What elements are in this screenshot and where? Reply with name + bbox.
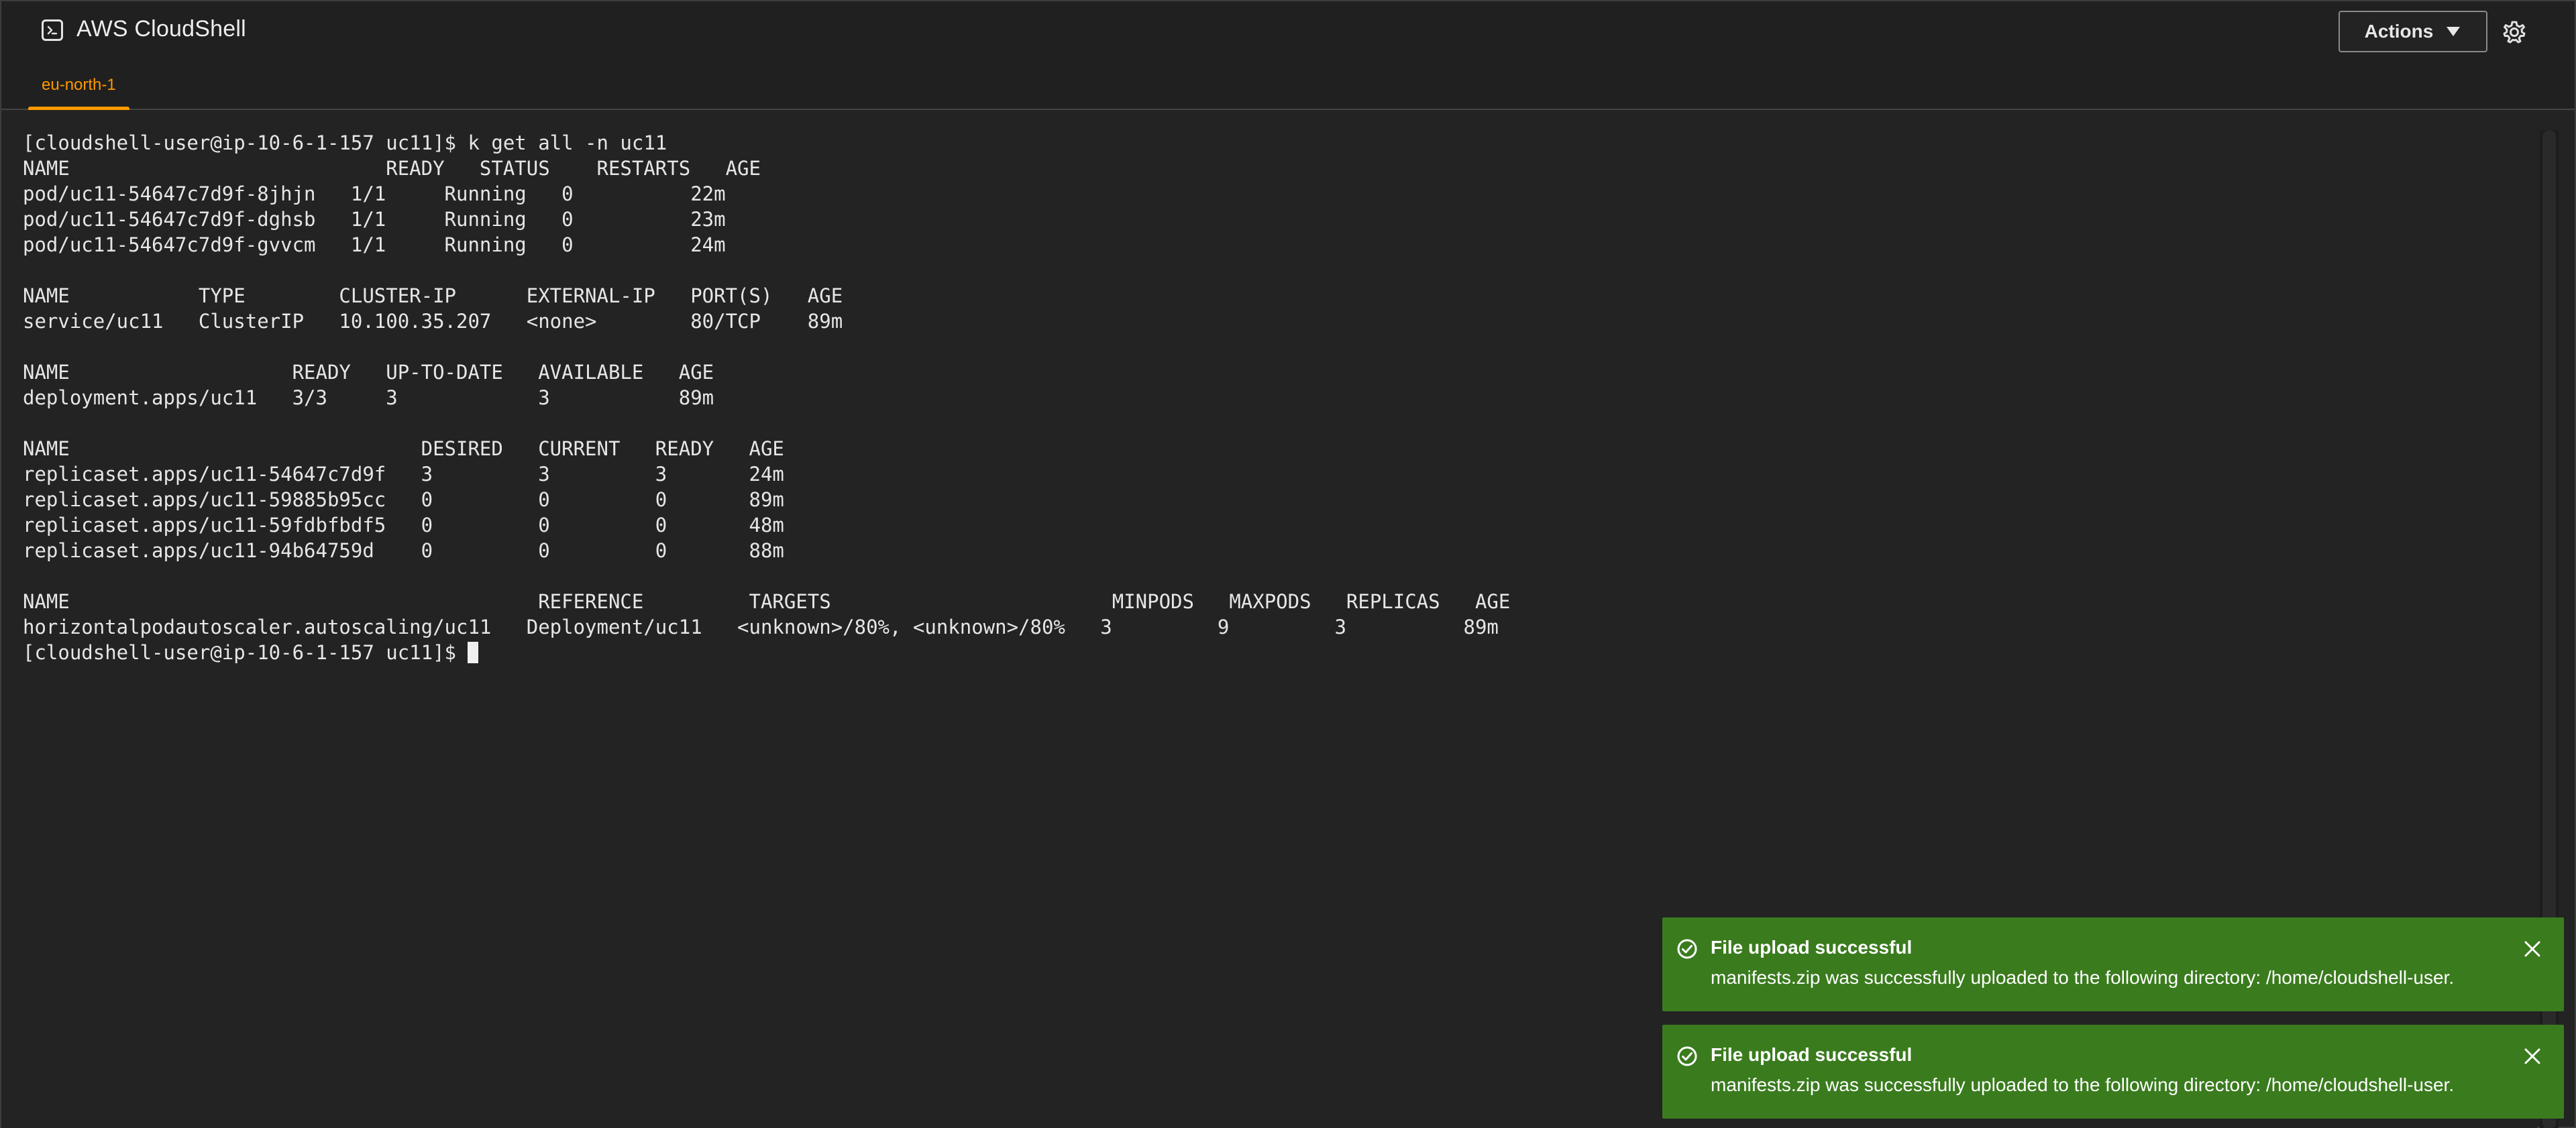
- notification-message: manifests.zip was successfully uploaded …: [1711, 967, 2455, 988]
- notification-message: manifests.zip was successfully uploaded …: [1711, 1074, 2455, 1095]
- terminal-cursor: [468, 642, 479, 663]
- terminal-line: pod/uc11-54647c7d9f-dghsb 1/1 Running 0 …: [23, 208, 726, 231]
- caret-down-icon: [2445, 25, 2461, 38]
- notification-title: File upload successful: [1711, 937, 1913, 958]
- terminal-line: replicaset.apps/uc11-59fdbfbdf5 0 0 0 48…: [23, 514, 784, 537]
- terminal-line: NAME REFERENCE TARGETS MINPODS MAXPODS R…: [23, 590, 1511, 613]
- terminal-line: NAME TYPE CLUSTER-IP EXTERNAL-IP PORT(S)…: [23, 284, 843, 307]
- terminal-line: NAME READY STATUS RESTARTS AGE: [23, 157, 761, 180]
- terminal-line: replicaset.apps/uc11-94b64759d 0 0 0 88m: [23, 539, 784, 562]
- terminal-line: replicaset.apps/uc11-59885b95cc 0 0 0 89…: [23, 488, 784, 511]
- terminal-prompt: [cloudshell-user@ip-10-6-1-157 uc11]$: [23, 641, 468, 664]
- terminal-icon: [42, 19, 63, 41]
- tab-eu-north-1[interactable]: eu-north-1: [28, 62, 129, 110]
- gear-icon[interactable]: [2502, 20, 2526, 44]
- terminal-line: service/uc11 ClusterIP 10.100.35.207 <no…: [23, 310, 843, 333]
- close-icon[interactable]: [2522, 939, 2542, 959]
- check-circle-icon: [1676, 1045, 1699, 1068]
- flash-notification: File upload successful manifests.zip was…: [1662, 1025, 2564, 1119]
- actions-label: Actions: [2364, 21, 2434, 42]
- cloudshell-window: AWS CloudShell Actions eu-north-1 [cloud…: [0, 0, 2576, 1128]
- actions-button[interactable]: Actions: [2339, 11, 2487, 52]
- tab-bar: eu-north-1: [1, 62, 2575, 110]
- terminal-line: [cloudshell-user@ip-10-6-1-157 uc11]$ k …: [23, 131, 667, 154]
- close-icon[interactable]: [2522, 1046, 2542, 1066]
- terminal-line: NAME READY UP-TO-DATE AVAILABLE AGE: [23, 361, 714, 384]
- terminal-line: NAME DESIRED CURRENT READY AGE: [23, 437, 784, 460]
- terminal-line: horizontalpodautoscaler.autoscaling/uc11…: [23, 616, 1499, 638]
- flash-notification: File upload successful manifests.zip was…: [1662, 917, 2564, 1011]
- notification-title: File upload successful: [1711, 1044, 1913, 1065]
- terminal-prompt-line[interactable]: [cloudshell-user@ip-10-6-1-157 uc11]$: [23, 640, 2537, 665]
- terminal-line: pod/uc11-54647c7d9f-gvvcm 1/1 Running 0 …: [23, 233, 726, 256]
- terminal-line: pod/uc11-54647c7d9f-8jhjn 1/1 Running 0 …: [23, 182, 726, 205]
- check-circle-icon: [1676, 938, 1699, 960]
- top-bar: AWS CloudShell Actions: [1, 1, 2575, 62]
- terminal-line: deployment.apps/uc11 3/3 3 3 89m: [23, 386, 714, 409]
- terminal-line: replicaset.apps/uc11-54647c7d9f 3 3 3 24…: [23, 463, 784, 486]
- app-title: AWS CloudShell: [76, 16, 246, 42]
